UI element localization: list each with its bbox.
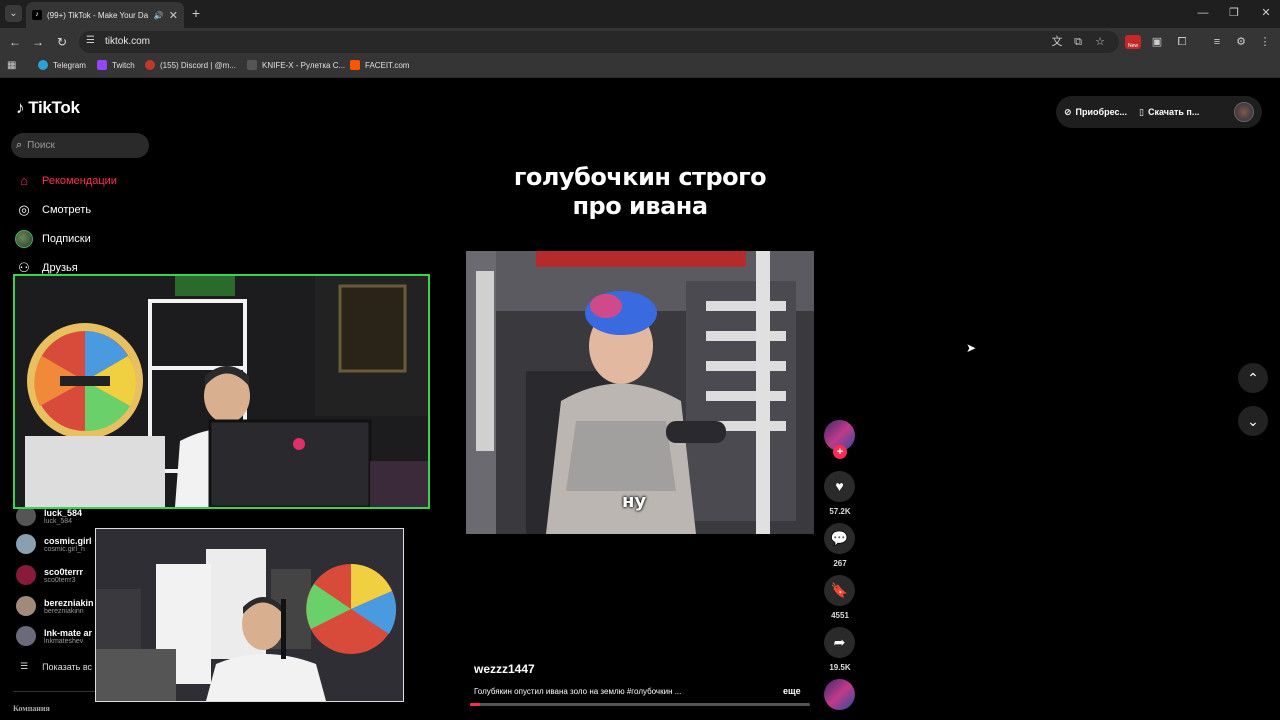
- bookmark-knife-x[interactable]: KNIFE-X - Рулетка С...: [247, 60, 345, 70]
- tab-search-icon[interactable]: ⌄: [5, 5, 22, 22]
- faceit-icon: [350, 60, 360, 70]
- reload-icon[interactable]: ↻: [53, 33, 71, 51]
- top-right-actions: ⊘ Приобрес... ▯ Скачать п...: [1056, 96, 1262, 128]
- browser-tab[interactable]: ♪ (99+) TikTok - Make Your Da 🔊 ✕: [26, 2, 184, 28]
- speaker-icon[interactable]: 🔊: [154, 11, 164, 20]
- avatar: [16, 565, 36, 585]
- url-text: tiktok.com: [105, 36, 151, 47]
- bookmark-faceit[interactable]: FACEIT.com: [350, 60, 409, 70]
- avatar: [16, 534, 36, 554]
- telegram-icon: [38, 60, 48, 70]
- webcam-overlay-main: [13, 274, 430, 509]
- more-button[interactable]: еще: [783, 686, 801, 696]
- extensions-puzzle-icon[interactable]: ⧠: [1174, 34, 1190, 50]
- back-arrow-icon[interactable]: ←: [6, 33, 24, 51]
- comment-count: 267: [833, 559, 847, 568]
- following-item[interactable]: lnk-mate ar lnkmateshev: [16, 626, 92, 646]
- following-item[interactable]: sco0terrr sco0terrr3: [16, 565, 83, 585]
- translate-icon[interactable]: 文: [1049, 34, 1065, 50]
- sound-disc-avatar[interactable]: [824, 679, 855, 710]
- bookmark-telegram[interactable]: Telegram: [38, 60, 86, 70]
- site-info-icon[interactable]: ☰: [86, 35, 95, 46]
- avatar: [16, 626, 36, 646]
- video-author[interactable]: wezzz1447: [474, 662, 535, 676]
- video-description: Голубякин опустил ивана золо на землю #г…: [474, 687, 682, 696]
- extension-icon[interactable]: ▣: [1149, 34, 1165, 50]
- address-bar[interactable]: ☰ tiktok.com: [79, 31, 1119, 53]
- nav-recommendations[interactable]: ⌂ Рекомендации: [15, 172, 117, 190]
- webcam-overlay-secondary: [95, 528, 404, 702]
- progress-fill: [470, 703, 481, 706]
- discord-icon: [145, 60, 155, 70]
- bookmark-twitch[interactable]: Twitch: [97, 60, 135, 70]
- forward-arrow-icon[interactable]: →: [29, 33, 47, 51]
- show-all-button[interactable]: ☰ Показать вс: [20, 661, 92, 672]
- previous-video-chevron-up-icon[interactable]: ⌃: [1238, 363, 1268, 393]
- download-app-button[interactable]: ▯ Скачать п...: [1139, 107, 1199, 118]
- menu-icon[interactable]: ⋮: [1257, 34, 1273, 50]
- follow-plus-icon[interactable]: +: [833, 445, 847, 459]
- bookmark-discord[interactable]: (155) Discord | @m...: [145, 60, 236, 70]
- search-box[interactable]: ⌕: [11, 133, 149, 158]
- coin-icon: ⊘: [1064, 106, 1072, 117]
- restore-button[interactable]: ❐: [1223, 4, 1245, 22]
- tiktok-note-icon: ♪: [16, 98, 25, 117]
- tab-bar: ⌄ ♪ (99+) TikTok - Make Your Da 🔊 ✕ + — …: [0, 0, 1280, 28]
- following-item[interactable]: cosmic.girl cosmic.girl_n: [16, 534, 92, 554]
- list-icon: ☰: [20, 661, 29, 671]
- following-item[interactable]: berezniakin berezniakinn: [16, 596, 94, 616]
- company-link[interactable]: Компания: [13, 704, 50, 713]
- browser-toolbar: ← → ↻ ☰ tiktok.com 文 ⧉ ☆ ▣ ⧠ ≡ ⚙ ⋮: [0, 28, 1280, 56]
- get-coins-button[interactable]: ⊘ Приобрес...: [1064, 107, 1127, 118]
- tiktok-favicon-icon: ♪: [32, 10, 42, 20]
- tab-title: (99+) TikTok - Make Your Da: [47, 10, 149, 20]
- new-tab-button[interactable]: +: [188, 4, 204, 22]
- share-arrow-icon[interactable]: ➦: [824, 627, 855, 658]
- following-item[interactable]: luck_584 luck_584: [16, 506, 82, 526]
- avatar: [16, 506, 36, 526]
- video-subtitle: ну: [622, 491, 647, 512]
- comment-icon[interactable]: 💬: [824, 523, 855, 554]
- search-input[interactable]: [27, 140, 138, 151]
- nav-explore[interactable]: ◎ Смотреть: [15, 201, 91, 219]
- like-count: 57.2K: [829, 507, 851, 516]
- nav-following[interactable]: Подписки: [15, 230, 91, 248]
- share-count: 19.5K: [829, 663, 851, 672]
- bookmark-star-icon[interactable]: ☆: [1092, 34, 1108, 50]
- cast-icon[interactable]: ⧉: [1070, 34, 1086, 50]
- new-badge[interactable]: New: [1125, 35, 1141, 49]
- close-tab-icon[interactable]: ✕: [169, 9, 178, 22]
- next-video-chevron-down-icon[interactable]: ⌄: [1238, 406, 1268, 436]
- media-control-icon[interactable]: ≡: [1209, 34, 1225, 50]
- webcam-feed-image: [96, 529, 403, 701]
- apps-grid-icon[interactable]: ▦: [7, 60, 16, 71]
- window-close-button[interactable]: ✕: [1255, 4, 1277, 22]
- twitch-icon: [97, 60, 107, 70]
- video-progress-bar[interactable]: [470, 703, 810, 706]
- bookmarks-bar: ▦ Telegram Twitch (155) Discord | @m... …: [0, 56, 1280, 78]
- video-player[interactable]: ну: [466, 251, 814, 534]
- compass-icon: ◎: [18, 202, 30, 217]
- minimize-button[interactable]: —: [1192, 4, 1214, 22]
- tiktok-logo[interactable]: ♪ TikTok: [16, 98, 80, 118]
- user-avatar[interactable]: [1234, 102, 1254, 122]
- video-headline: голубочкин строго про ивана: [513, 163, 767, 220]
- profile-icon[interactable]: ⚙: [1233, 34, 1249, 50]
- home-icon: ⌂: [20, 173, 28, 188]
- knife-x-icon: [247, 60, 257, 70]
- phone-icon: ▯: [1139, 106, 1144, 117]
- bookmark-icon[interactable]: 🔖: [824, 575, 855, 606]
- tiktok-page: ♪ TikTok ⌕ ⌂ Рекомендации ◎ Смотреть Под…: [0, 79, 1280, 720]
- webcam-feed-image: [15, 276, 428, 507]
- following-avatar-icon: [15, 230, 33, 248]
- avatar: [16, 596, 36, 616]
- save-count: 4551: [831, 611, 849, 620]
- mouse-cursor-icon: ➤: [966, 341, 977, 355]
- search-icon[interactable]: ⌕: [16, 139, 22, 152]
- like-heart-icon[interactable]: ♥: [824, 471, 855, 502]
